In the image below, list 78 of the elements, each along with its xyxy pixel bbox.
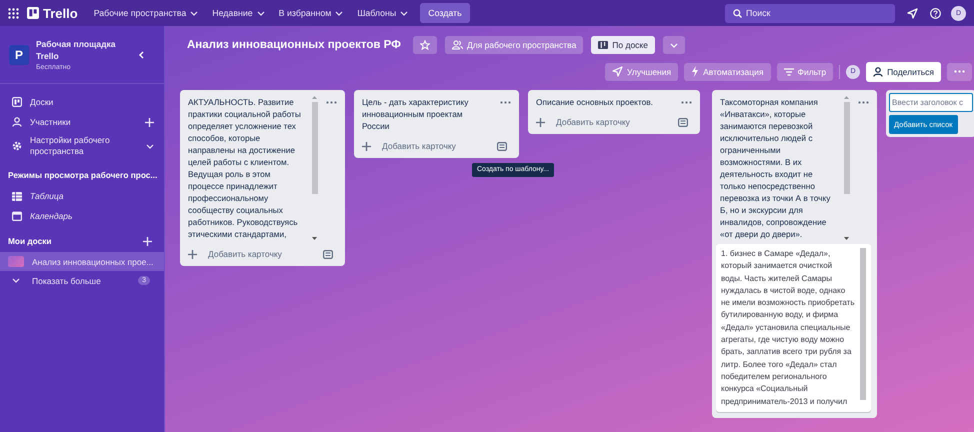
list-menu-icon[interactable] [500,101,511,104]
list-title[interactable]: Описание основных проектов. [536,96,673,108]
more-button[interactable] [947,62,972,80]
chevron-down-icon [12,278,20,283]
share-button[interactable]: Поделиться [866,62,941,82]
show-more-link[interactable]: Показать больше [32,276,101,286]
board-item[interactable]: Анализ инновационных прое... [0,252,164,271]
plus-icon [536,118,545,126]
chevron-down-icon [335,10,344,16]
create-button[interactable]: Создать [420,3,470,23]
help-icon[interactable] [930,8,941,18]
add-card-button[interactable]: Добавить карточку [536,116,630,128]
nav-menu-button[interactable]: Рабочие пространства [88,3,204,23]
scrollbar[interactable] [311,96,318,240]
nav-menu-button[interactable]: Шаблоны [351,3,414,23]
more-icon [954,70,965,73]
scroll-up-icon [312,96,317,99]
list-title[interactable]: Таксомоторная компания «Инватакси», которые занимаются перевозкой исключительно людей с ограниченными возможностями. В их деятельность входит не только непосредственно перевозка из точки А в точку Б, но и экскурсии для инвалидов, сопровождение «от двери до двери». [720,96,839,240]
template-icon[interactable] [678,118,688,126]
section-heading: Мои доски [8,236,52,246]
board-logo-icon [27,7,39,19]
scroll-down-icon [844,237,849,240]
template-icon[interactable] [323,250,333,258]
chevron-down-icon [400,10,408,16]
star-button[interactable] [412,36,437,54]
plus-icon [362,142,371,150]
scrollbar[interactable] [843,96,850,240]
section-heading: Режимы просмотра рабочего прос... [8,170,158,180]
board-name[interactable]: Анализ инновационных прое... [32,256,154,266]
paper-plane-icon [612,66,624,77]
search-field[interactable]: Поиск [725,4,895,22]
workspace-name: Рабочая площадка Trello [36,38,116,62]
add-member-icon[interactable] [145,118,154,126]
person-icon [12,117,22,127]
view-dropdown-button[interactable] [662,36,685,54]
search-icon [733,8,742,18]
filter-icon [784,68,794,76]
table-icon [12,192,22,200]
sidebar-item[interactable]: Таблица [30,191,64,201]
list-menu-icon[interactable] [681,101,692,104]
lightning-icon [691,66,700,77]
nav-menu-button[interactable]: В избранном [272,3,350,23]
sidebar-item[interactable]: Доски [30,97,54,107]
people-icon [452,40,463,50]
view-button[interactable]: По доске [591,36,655,54]
apps-grid-icon [8,8,19,18]
board-thumbnail [8,256,24,267]
board-title[interactable]: Анализ инновационных проектов РФ [187,39,401,51]
board-icon [12,97,22,107]
collapse-chevron-icon[interactable] [139,50,144,58]
list-menu-icon[interactable] [858,101,869,104]
add-card-button[interactable]: Добавить карточку [188,248,282,260]
calendar-icon [12,211,22,221]
add-card-button[interactable]: Добавить карточку [362,140,456,152]
brand-name[interactable]: Trello [43,6,78,20]
workspace-logo: P [9,44,29,64]
chevron-down-icon [256,10,265,16]
chevron-down-icon[interactable] [146,144,154,148]
sidebar-item[interactable]: Календарь [30,211,72,221]
list-title-field[interactable]: Ввести заголовок с [889,93,973,112]
list-title[interactable]: Цель - дать характеристику инновационным проектам России [362,96,492,132]
board-view-icon [598,41,608,49]
nav-menu-button[interactable]: Недавние [206,3,271,23]
visibility-button[interactable]: Для рабочего пространства [444,36,584,54]
list-menu-icon[interactable] [326,101,337,104]
gear-icon [12,141,22,151]
scroll-up-icon [844,96,849,99]
chevron-down-icon [670,42,678,48]
star-icon [420,40,430,50]
list-title[interactable]: АКТУАЛЬНОСТЬ. Развитие практики социальной работы определяет усложнение тех способов, которые направлены на достижение целей работы с клиентом. Ведущая роль в этом процессе принадлежит профессиональному сообществу социальных работников. Руководствуясь этическими стандартами, [188,96,307,240]
sidebar-item[interactable]: Настройки рабочего пространства [30,135,130,157]
template-icon[interactable] [497,142,507,150]
chevron-down-icon [190,10,198,16]
scroll-down-icon [312,237,317,240]
sidebar-item[interactable]: Участники [30,117,71,127]
add-board-icon[interactable] [143,236,152,246]
person-icon [873,66,884,76]
plus-icon [188,250,197,258]
